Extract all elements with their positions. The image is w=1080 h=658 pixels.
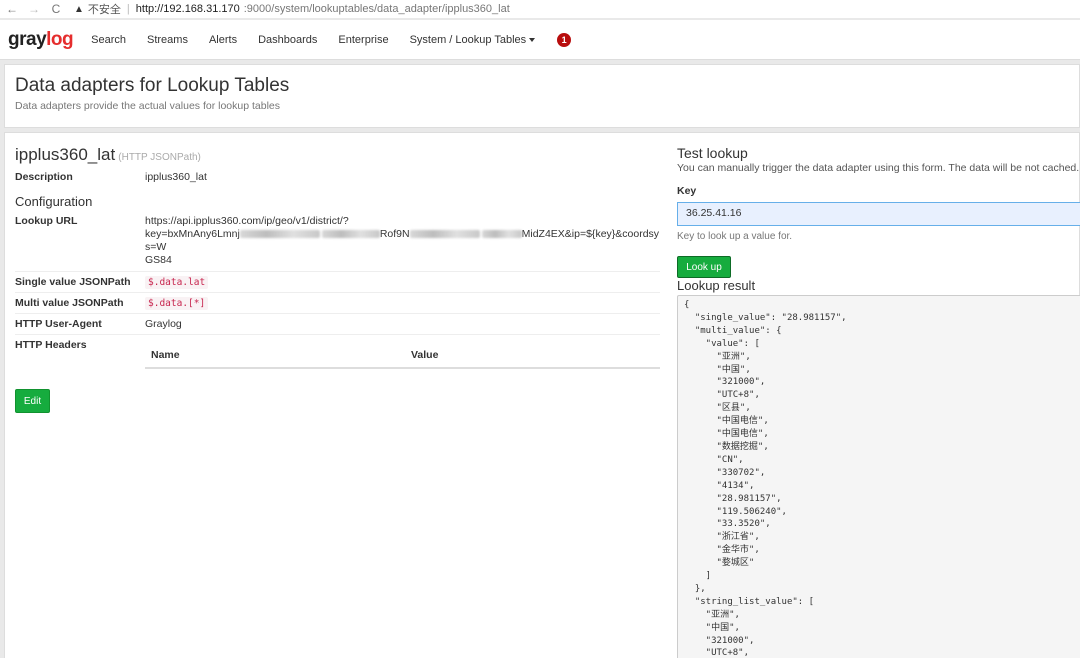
multi-value-row: Multi value JSONPath $.data.[*]: [15, 292, 660, 313]
redacted-blur: [239, 230, 320, 239]
headers-value-column: Value: [405, 343, 660, 369]
single-value-label: Single value JSONPath: [15, 276, 131, 288]
result-line: "婺城区": [684, 558, 755, 569]
headers-name-column: Name: [145, 343, 405, 369]
nav-alerts[interactable]: Alerts: [209, 34, 237, 46]
result-line: {: [684, 300, 690, 310]
test-lookup-title: Test lookup: [677, 145, 748, 161]
result-line: "UTC+8",: [684, 648, 750, 658]
url-path: :9000/system/lookuptables/data_adapter/i…: [243, 3, 510, 15]
result-line: "CN",: [684, 454, 744, 465]
single-value-path: $.data.lat: [145, 276, 209, 289]
adapter-config-column: ipplus360_lat (HTTP JSONPath) Descriptio…: [15, 145, 660, 373]
forward-arrow-icon[interactable]: →: [28, 2, 40, 16]
warning-icon: ▲: [74, 3, 84, 15]
result-line: "value": [: [684, 338, 760, 349]
key-input[interactable]: 36.25.41.16: [677, 202, 1080, 226]
reload-icon[interactable]: C: [50, 2, 62, 16]
result-line: "single_value": "28.981157",: [684, 312, 847, 323]
caret-down-icon: [529, 37, 536, 42]
insecure-label: 不安全: [87, 4, 121, 16]
address-bar[interactable]: ▲ 不安全 | http://192.168.31.170:9000/syste…: [74, 1, 510, 17]
result-line: "浙江省",: [684, 532, 760, 543]
result-line: },: [684, 583, 706, 594]
result-line: "UTC+8",: [684, 390, 760, 401]
result-line: "multi_value": {: [684, 325, 782, 336]
result-line: "亚洲",: [684, 351, 751, 362]
url-host: http://192.168.31.170: [135, 3, 240, 15]
result-line: "中国电信",: [684, 416, 769, 427]
single-value-row: Single value JSONPath $.data.lat: [15, 271, 660, 292]
url-separator: |: [126, 3, 130, 15]
lookup-result-title: Lookup result: [677, 278, 756, 293]
notification-badge[interactable]: 1: [557, 32, 572, 47]
result-line: "4134",: [684, 480, 755, 491]
description-label: Description: [15, 171, 73, 183]
test-lookup-column: Test lookup You can manually trigger the…: [677, 145, 1080, 658]
result-line: ]: [684, 571, 712, 582]
top-navbar: graylog Search Streams Alerts Dashboards…: [0, 20, 1080, 60]
redacted-blur: [409, 230, 480, 239]
lookup-url-value: https://api.ipplus360.com/ip/geo/v1/dist…: [145, 215, 660, 266]
http-headers-table: Name Value: [145, 343, 660, 369]
result-line: "亚洲",: [684, 609, 740, 620]
result-line: "中国",: [684, 622, 740, 633]
redacted-blur: [321, 230, 380, 239]
edit-button[interactable]: Edit: [15, 389, 50, 413]
page-subtitle: Data adapters provide the actual values …: [15, 100, 280, 112]
user-agent-label: HTTP User-Agent: [15, 318, 102, 330]
configuration-table: Lookup URL https://api.ipplus360.com/ip/…: [15, 215, 660, 373]
result-line: "321000",: [684, 377, 766, 388]
nav-enterprise[interactable]: Enterprise: [338, 34, 388, 46]
configuration-title: Configuration: [15, 194, 93, 209]
result-line: "28.981157",: [684, 493, 782, 504]
user-agent-value: Graylog: [145, 318, 182, 330]
multi-value-label: Multi value JSONPath: [15, 297, 124, 309]
redacted-blur: [481, 230, 522, 239]
lookup-result-output: { "single_value": "28.981157", "multi_va…: [677, 295, 1080, 658]
graylog-logo[interactable]: graylog: [8, 29, 74, 51]
look-up-button[interactable]: Look up: [677, 256, 731, 278]
result-line: "33.3520",: [684, 519, 771, 530]
result-line: "区县",: [684, 403, 751, 414]
result-line: "中国电信",: [684, 429, 769, 440]
adapter-type: (HTTP JSONPath): [118, 152, 201, 163]
key-help: Key to look up a value for.: [677, 231, 793, 242]
result-line: "中国",: [684, 364, 751, 375]
multi-value-path: $.data.[*]: [145, 297, 209, 310]
page-header: Data adapters for Lookup Tables Data ada…: [4, 64, 1080, 128]
user-agent-row: HTTP User-Agent Graylog: [15, 313, 660, 334]
result-line: "金华市",: [684, 545, 760, 556]
description-value: ipplus360_lat: [145, 171, 207, 183]
http-headers-label: HTTP Headers: [15, 339, 87, 351]
nav-search[interactable]: Search: [91, 34, 126, 46]
adapter-name: ipplus360_lat: [15, 145, 116, 164]
description-row: Description ipplus360_lat: [15, 171, 660, 183]
browser-toolbar: ← → C ▲ 不安全 | http://192.168.31.170:9000…: [0, 0, 1080, 18]
lookup-url-row: Lookup URL https://api.ipplus360.com/ip/…: [15, 215, 660, 271]
nav-system-dropdown[interactable]: System / Lookup Tables: [410, 34, 536, 46]
result-line: "330702",: [684, 467, 766, 478]
nav-streams[interactable]: Streams: [147, 34, 188, 46]
back-arrow-icon[interactable]: ←: [6, 2, 18, 16]
nav-dashboards[interactable]: Dashboards: [258, 34, 317, 46]
http-headers-row: HTTP Headers Name Value: [15, 334, 660, 373]
key-label: Key: [677, 185, 697, 197]
adapter-detail-panel: ipplus360_lat (HTTP JSONPath) Descriptio…: [4, 132, 1080, 658]
result-line: "string_list_value": [: [684, 596, 815, 607]
lookup-url-label: Lookup URL: [15, 215, 78, 227]
result-line: "数据挖掘",: [684, 441, 769, 452]
page-title: Data adapters for Lookup Tables: [15, 75, 290, 96]
test-lookup-help: You can manually trigger the data adapte…: [677, 162, 1080, 174]
result-line: "119.506240",: [684, 506, 787, 517]
result-line: "321000",: [684, 635, 755, 646]
